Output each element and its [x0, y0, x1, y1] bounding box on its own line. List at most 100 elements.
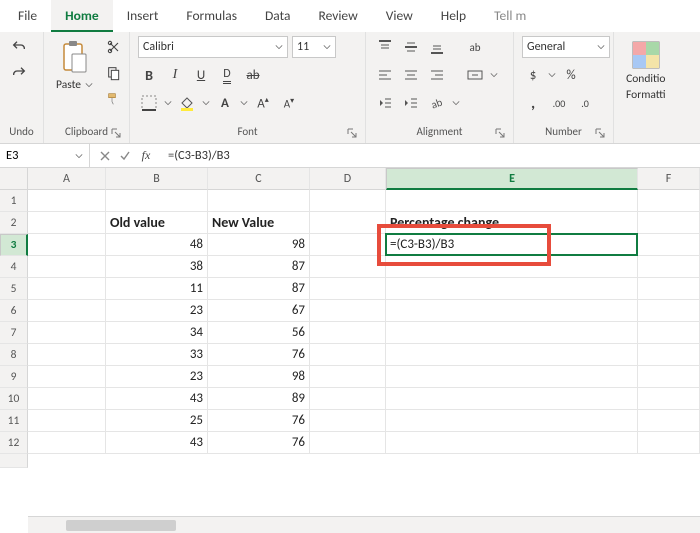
tab-home[interactable]: Home [51, 0, 113, 32]
cell-E10[interactable] [386, 388, 638, 410]
tab-insert[interactable]: Insert [113, 0, 173, 32]
cell-F10[interactable] [638, 388, 700, 410]
merge-center-button[interactable] [464, 64, 486, 86]
undo-button[interactable] [8, 36, 30, 58]
cell-B6[interactable]: 23 [106, 300, 208, 322]
formula-input[interactable]: =(C3-B3)/B3 [162, 148, 700, 163]
row-header-partial[interactable] [0, 454, 28, 468]
cell-C9[interactable]: 98 [208, 366, 310, 388]
cell-B9[interactable]: 23 [106, 366, 208, 388]
cell-A8[interactable] [28, 344, 106, 366]
row-header-2[interactable]: 2 [0, 212, 28, 234]
row-header-8[interactable]: 8 [0, 344, 28, 366]
increase-indent-button[interactable] [400, 92, 422, 114]
cell-E3[interactable]: =(C3-B3)/B3 [386, 234, 638, 256]
underline-button[interactable]: U [190, 64, 212, 86]
cell-C1[interactable] [208, 190, 310, 212]
cell-F1[interactable] [638, 190, 700, 212]
cell-B10[interactable]: 43 [106, 388, 208, 410]
cell-D11[interactable] [310, 410, 386, 432]
tab-data[interactable]: Data [251, 0, 304, 32]
tab-formulas[interactable]: Formulas [172, 0, 251, 32]
font-size-select[interactable]: 11 [292, 36, 336, 58]
cell-D4[interactable] [310, 256, 386, 278]
cell-A5[interactable] [28, 278, 106, 300]
cell-E7[interactable] [386, 322, 638, 344]
borders-button[interactable] [138, 92, 160, 114]
cell-D6[interactable] [310, 300, 386, 322]
wrap-text-button[interactable]: ab [464, 36, 486, 58]
cell-D7[interactable] [310, 322, 386, 344]
font-launcher-icon[interactable] [347, 128, 357, 138]
cell-E1[interactable] [386, 190, 638, 212]
cell-E8[interactable] [386, 344, 638, 366]
cell-B8[interactable]: 33 [106, 344, 208, 366]
cancel-formula-button[interactable] [96, 147, 114, 165]
cell-B12[interactable]: 43 [106, 432, 208, 454]
cell-C11[interactable]: 76 [208, 410, 310, 432]
cell-D10[interactable] [310, 388, 386, 410]
cell-C5[interactable]: 87 [208, 278, 310, 300]
scrollbar-thumb[interactable] [66, 520, 176, 531]
cell-C12[interactable]: 76 [208, 432, 310, 454]
cell-C7[interactable]: 56 [208, 322, 310, 344]
font-color-dropdown-icon[interactable] [240, 92, 248, 114]
orientation-button[interactable]: ab [426, 92, 448, 114]
row-header-7[interactable]: 7 [0, 322, 28, 344]
cell-F9[interactable] [638, 366, 700, 388]
cell-A3[interactable] [28, 234, 106, 256]
cell-F11[interactable] [638, 410, 700, 432]
cell-B7[interactable]: 34 [106, 322, 208, 344]
row-header-11[interactable]: 11 [0, 410, 28, 432]
currency-dropdown-icon[interactable] [548, 64, 556, 86]
column-header-A[interactable]: A [28, 168, 106, 190]
double-underline-button[interactable]: D [216, 64, 238, 86]
enter-formula-button[interactable] [116, 147, 134, 165]
comma-style-button[interactable]: , [522, 92, 544, 114]
cell-C3[interactable]: 98 [208, 234, 310, 256]
align-top-button[interactable] [374, 36, 396, 58]
paste-button[interactable]: Paste [52, 36, 97, 92]
increase-font-button[interactable]: A▴ [252, 92, 274, 114]
cell-A10[interactable] [28, 388, 106, 410]
row-header-10[interactable]: 10 [0, 388, 28, 410]
cell-C6[interactable]: 67 [208, 300, 310, 322]
row-header-9[interactable]: 9 [0, 366, 28, 388]
align-right-button[interactable] [426, 64, 448, 86]
cell-C2[interactable]: New Value [208, 212, 310, 234]
tell-me-search[interactable]: Tell m [480, 0, 540, 32]
copy-button[interactable] [103, 62, 125, 84]
align-left-button[interactable] [374, 64, 396, 86]
column-header-E[interactable]: E [386, 168, 638, 190]
cell-D8[interactable] [310, 344, 386, 366]
cell-E4[interactable] [386, 256, 638, 278]
row-header-12[interactable]: 12 [0, 432, 28, 454]
cell-F12[interactable] [638, 432, 700, 454]
cell-E5[interactable] [386, 278, 638, 300]
cell-D9[interactable] [310, 366, 386, 388]
cell-A7[interactable] [28, 322, 106, 344]
decrease-decimal-button[interactable]: .0 [574, 92, 596, 114]
cell-B1[interactable] [106, 190, 208, 212]
row-header-5[interactable]: 5 [0, 278, 28, 300]
font-name-select[interactable]: Calibri [138, 36, 288, 58]
name-box[interactable]: E3 [0, 144, 90, 167]
cell-F4[interactable] [638, 256, 700, 278]
cell-F6[interactable] [638, 300, 700, 322]
alignment-launcher-icon[interactable] [495, 128, 505, 138]
cell-E2[interactable]: Percentage change [386, 212, 638, 234]
horizontal-scrollbar[interactable] [28, 516, 700, 533]
cell-F7[interactable] [638, 322, 700, 344]
italic-button[interactable]: I [164, 64, 186, 86]
cell-A11[interactable] [28, 410, 106, 432]
tab-file[interactable]: File [4, 0, 51, 32]
cell-B11[interactable]: 25 [106, 410, 208, 432]
number-launcher-icon[interactable] [595, 128, 605, 138]
strikethrough-button[interactable]: ab [242, 64, 264, 86]
cell-D2[interactable] [310, 212, 386, 234]
cell-E6[interactable] [386, 300, 638, 322]
cell-B4[interactable]: 38 [106, 256, 208, 278]
percent-button[interactable]: % [560, 64, 582, 86]
tab-help[interactable]: Help [427, 0, 480, 32]
format-painter-button[interactable] [103, 88, 125, 110]
